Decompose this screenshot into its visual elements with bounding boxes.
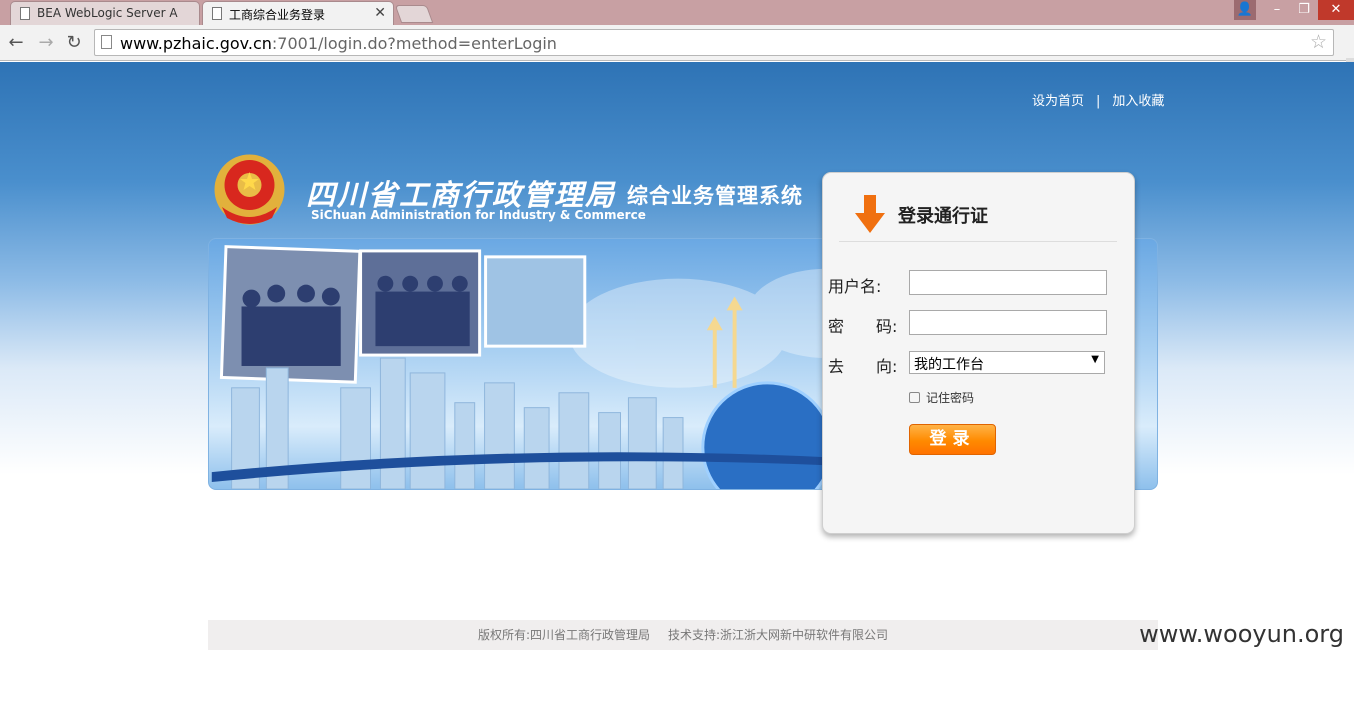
system-name: 综合业务管理系统 — [627, 184, 803, 208]
org-name-english: SiChuan Administration for Industry & Co… — [311, 208, 646, 222]
browser-titlebar: BEA WebLogic Server A 工商综合业务登录 ✕ 👤 – ❐ ✕ — [0, 0, 1354, 25]
tab-label: BEA WebLogic Server A — [37, 6, 178, 20]
support-text: 技术支持:浙江浙大网新中研软件有限公司 — [668, 628, 889, 642]
password-label: 密 码: — [828, 317, 898, 336]
login-title: 登录通行证 — [898, 206, 988, 227]
top-links: 设为首页 | 加入收藏 — [1032, 90, 1164, 109]
page-icon — [20, 7, 30, 20]
window-close-icon[interactable]: ✕ — [1318, 0, 1354, 20]
tab-weblogic[interactable]: BEA WebLogic Server A — [10, 1, 200, 25]
tab-login[interactable]: 工商综合业务登录 ✕ — [202, 1, 394, 25]
goto-selected-value: 我的工作台 — [914, 357, 984, 373]
new-tab-button[interactable] — [394, 5, 434, 23]
login-button[interactable]: 登录 — [909, 424, 996, 455]
national-emblem-icon — [214, 154, 285, 225]
goto-label: 去 向: — [828, 357, 898, 376]
watermark: www.wooyun.org — [1139, 620, 1344, 648]
login-panel: 登录通行证 用户名: 密 码: 去 向: 我的工作台 ▼ 记住密码 登录 — [822, 172, 1135, 534]
page-icon — [101, 35, 112, 49]
forward-icon[interactable]: → — [35, 32, 57, 54]
restore-icon[interactable]: ❐ — [1291, 0, 1317, 20]
goto-select[interactable]: 我的工作台 ▼ — [909, 351, 1105, 374]
divider — [839, 241, 1117, 242]
minimize-icon[interactable]: – — [1264, 0, 1290, 20]
remember-password[interactable]: 记住密码 — [909, 389, 974, 406]
user-icon[interactable]: 👤 — [1234, 0, 1256, 20]
bookmark-star-icon[interactable]: ☆ — [1310, 31, 1327, 53]
browser-toolbar: ← → ↻ www.pzhaic.gov.cn:7001/login.do?me… — [0, 25, 1354, 80]
dropdown-arrow-icon: ▼ — [1091, 354, 1099, 365]
tab-label: 工商综合业务登录 — [229, 8, 326, 22]
footer: 版权所有:四川省工商行政管理局 技术支持:浙江浙大网新中研软件有限公司 — [208, 620, 1158, 650]
link-separator: | — [1096, 94, 1101, 109]
add-favorites-link[interactable]: 加入收藏 — [1112, 94, 1164, 109]
down-arrow-icon — [855, 195, 885, 233]
remember-label: 记住密码 — [926, 391, 975, 405]
password-input[interactable] — [909, 310, 1107, 335]
close-icon[interactable]: ✕ — [374, 5, 386, 21]
reload-icon[interactable]: ↻ — [63, 32, 85, 54]
remember-checkbox[interactable] — [909, 392, 920, 403]
url-text: www.pzhaic.gov.cn:7001/login.do?method=e… — [120, 34, 557, 53]
back-icon[interactable]: ← — [5, 32, 27, 54]
page-icon — [212, 7, 222, 20]
address-bar[interactable]: www.pzhaic.gov.cn:7001/login.do?method=e… — [94, 29, 1334, 56]
username-input[interactable] — [909, 270, 1107, 295]
set-homepage-link[interactable]: 设为首页 — [1032, 94, 1084, 109]
copyright-text: 版权所有:四川省工商行政管理局 — [477, 628, 650, 642]
username-label: 用户名: — [828, 277, 882, 296]
